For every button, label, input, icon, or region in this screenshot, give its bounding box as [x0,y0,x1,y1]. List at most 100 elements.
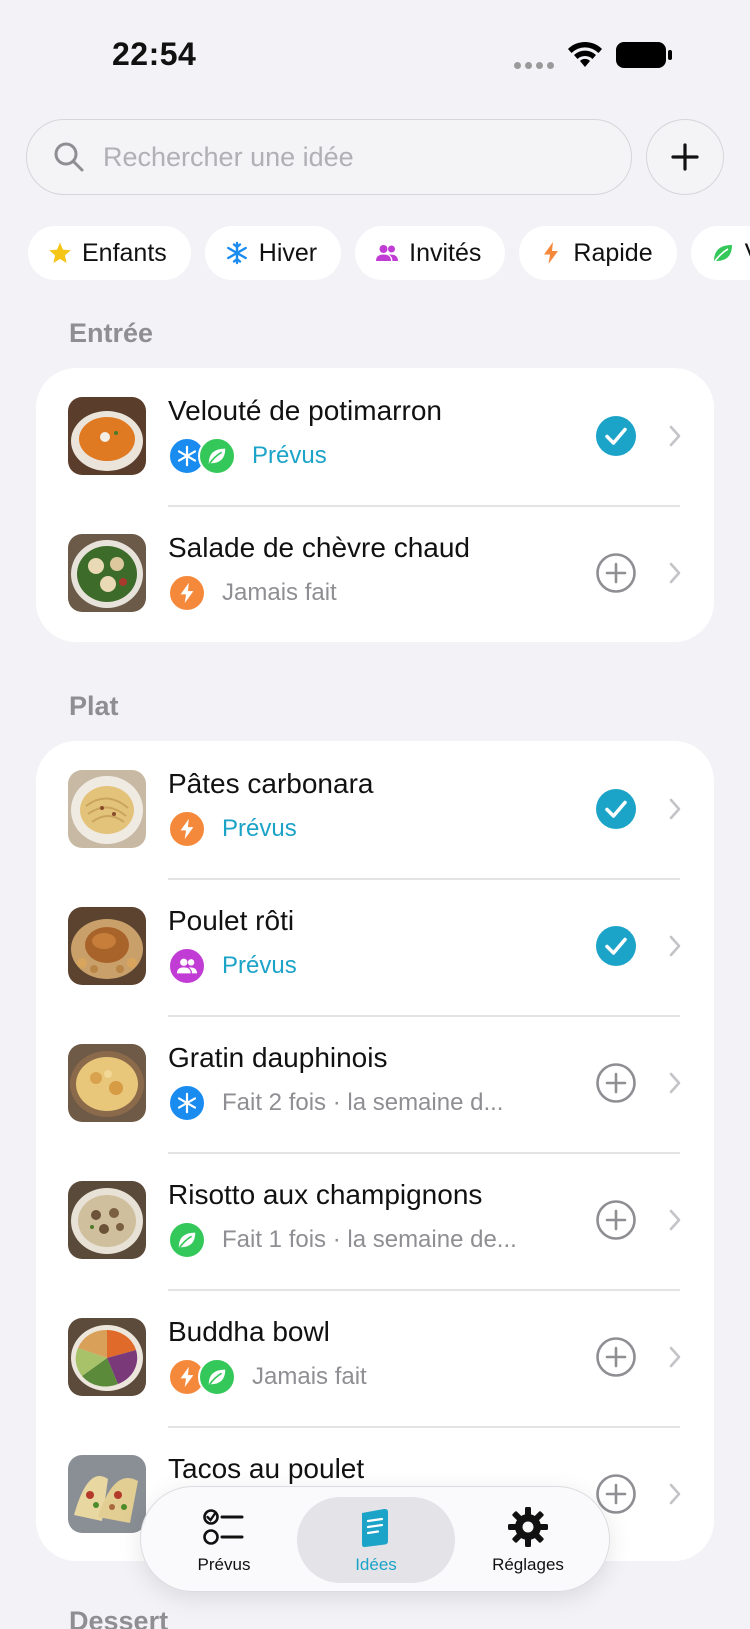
filter-chip-v[interactable]: V [690,226,750,280]
plus-circle-icon [596,1337,636,1377]
tab-label: Réglages [492,1555,564,1574]
snowflake-icon [226,241,247,265]
idea-title: Risotto aux champignons [168,1179,483,1210]
idea-status: Prévus [252,442,327,469]
search-icon [54,142,84,172]
gear-icon [508,1507,548,1547]
status-bar: 22:54 [0,0,750,100]
dish-thumbnail [68,397,146,475]
section-card-plat: Pâtes carbonara Prévus Poulet rôti Prévu… [36,741,714,1561]
chevron-right-icon [668,1345,682,1369]
battery-icon [616,42,672,68]
plus-circle-icon [596,553,636,593]
filter-chip-label: Enfants [82,238,167,267]
filter-chip-label: Invités [409,238,482,267]
chevron-right-icon [668,561,682,585]
dish-thumbnail [68,1044,146,1122]
idea-row[interactable]: Poulet rôti Prévus [36,878,714,1015]
search-input[interactable] [103,141,603,173]
add-idea-button[interactable] [646,119,724,195]
dish-thumbnail [68,1318,146,1396]
idea-row[interactable]: Buddha bowl Jamais fait [36,1289,714,1426]
filter-chip-label: Rapide [573,238,653,267]
star-icon [49,242,71,263]
idea-status: Prévus [222,815,297,842]
idea-status: Fait 2 fois · la semaine d... [222,1089,504,1116]
checkmark-circle-icon [596,926,636,966]
filter-chip-invites[interactable]: Invités [355,226,506,280]
checkmark-circle-icon [596,789,636,829]
bolt-icon [168,574,206,612]
idea-meta: Jamais fait [168,574,337,612]
add-to-plan-button[interactable] [596,1063,636,1103]
idea-meta: Fait 2 fois · la semaine d... [168,1084,503,1122]
filter-chip-label: Hiver [258,238,318,267]
idea-meta: Prévus [168,810,297,848]
planned-check-button[interactable] [596,416,636,456]
filter-chip-rapide[interactable]: Rapide [519,226,677,280]
dish-thumbnail [68,534,146,612]
search-bar[interactable] [26,119,632,195]
bolt-icon [168,810,206,848]
chevron-right-icon [668,1071,682,1095]
leaf-icon [198,1358,236,1396]
plus-icon [671,143,699,171]
chevron-right-icon [668,797,682,821]
idea-title: Salade de chèvre chaud [168,532,470,563]
section-title-plat: Plat [69,691,119,721]
idea-status: Fait 1 fois · la semaine de... [222,1226,517,1253]
idea-meta: Prévus [168,947,297,985]
tab-idees[interactable]: Idées [301,1487,451,1593]
idea-row[interactable]: Pâtes carbonara Prévus [36,741,714,878]
filter-chip-enfants[interactable]: Enfants [28,226,191,280]
chevron-right-icon [668,1208,682,1232]
dish-thumbnail [68,770,146,848]
idea-row[interactable]: Velouté de potimarron Prévus [36,368,714,505]
leaf-icon [168,1221,206,1259]
idea-row[interactable]: Gratin dauphinois Fait 2 fois · la semai… [36,1015,714,1152]
add-to-plan-button[interactable] [596,1200,636,1240]
idea-meta: Fait 1 fois · la semaine de... [168,1221,517,1259]
leaf-icon [198,437,236,475]
section-title-entree: Entrée [69,318,154,348]
idea-title: Pâtes carbonara [168,768,374,799]
idea-status: Prévus [222,952,297,979]
idea-title: Gratin dauphinois [168,1042,388,1073]
plus-circle-icon [596,1200,636,1240]
leaf-icon [713,245,732,262]
add-to-plan-button[interactable] [596,553,636,593]
idea-title: Velouté de potimarron [168,395,442,426]
filter-chips: Enfants Hiver Invités Rapide [28,226,750,280]
idea-status: Jamais fait [222,579,337,606]
tab-prevus[interactable]: Prévus [149,1487,299,1593]
idea-status: Jamais fait [252,1363,367,1390]
book-icon [362,1508,388,1548]
people-icon [376,245,399,261]
idea-row[interactable]: Risotto aux champignons Fait 1 fois · la… [36,1152,714,1289]
plus-circle-icon [596,1063,636,1103]
people-icon [168,947,206,985]
section-card-entree: Velouté de potimarron Prévus Salade de c… [36,368,714,642]
planned-check-button[interactable] [596,926,636,966]
filter-chip-label: V [745,239,750,268]
tab-label: Prévus [197,1555,251,1574]
filter-chip-hiver[interactable]: Hiver [204,226,342,280]
tab-reglages[interactable]: Réglages [453,1487,603,1593]
chevron-right-icon [668,934,682,958]
idea-meta: Prévus [168,437,327,475]
bolt-icon [544,242,559,264]
wifi-icon [568,41,602,67]
chevron-right-icon [668,424,682,448]
chevron-right-icon [668,1482,682,1506]
checklist-icon [203,1509,244,1545]
idea-title: Tacos au poulet [168,1453,365,1484]
tab-label: Idées [355,1555,397,1574]
dish-thumbnail [68,907,146,985]
checkmark-circle-icon [596,416,636,456]
add-to-plan-button[interactable] [596,1337,636,1377]
snowflake-icon [168,1084,206,1122]
planned-check-button[interactable] [596,789,636,829]
signal-dots-icon [514,62,554,69]
idea-title: Buddha bowl [168,1316,330,1347]
idea-row[interactable]: Salade de chèvre chaud Jamais fait [36,505,714,642]
